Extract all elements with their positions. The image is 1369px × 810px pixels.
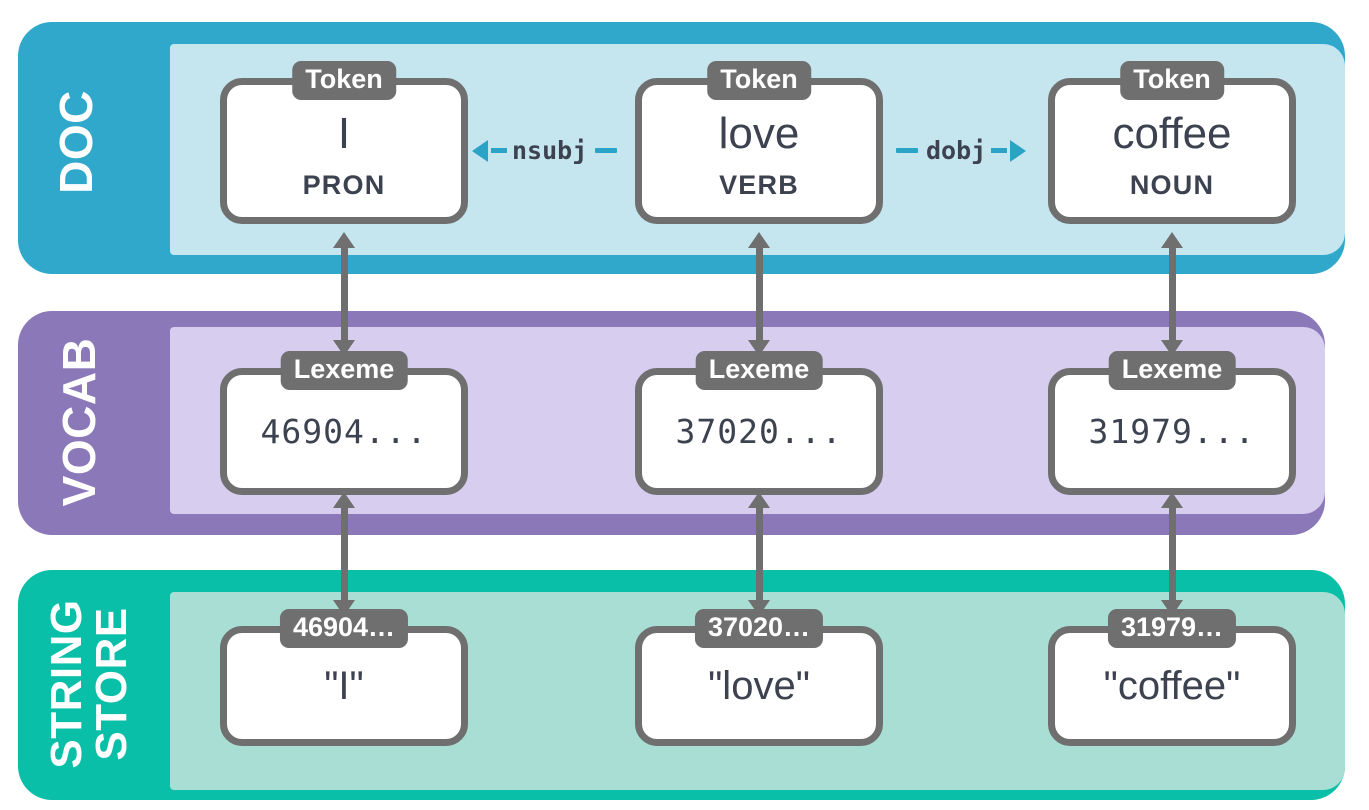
lexeme-card: Lexeme 37020... [635,351,883,495]
token-card: Token love VERB [635,61,883,224]
dependency-line [991,148,1008,153]
lexeme-card: Lexeme 46904... [220,351,468,495]
arrow-up-icon [333,492,355,508]
string-hash-badge: 46904… [279,609,409,649]
token-badge: Token [1120,61,1224,101]
token-card: Token I PRON [220,61,468,224]
vocab-section-label: VOCAB [53,337,105,507]
string-store-label-line2: STORE [87,607,136,761]
string-value: "I" [324,664,364,708]
dependency-arc-nsubj: nsubj [472,136,618,165]
arrow-up-icon [748,492,770,508]
token-word: coffee [1112,108,1232,158]
string-store-section-label: STRING STORE [30,589,150,779]
link-shaft [340,248,348,340]
link-shaft [755,508,763,600]
lexeme-hash-id: 31979... [1088,412,1256,451]
token-pos-tag: PRON [302,169,386,200]
dependency-arc-dobj: dobj [896,136,1027,165]
doc-section-label: DOC [50,90,102,194]
token-badge: Token [707,61,811,101]
string-value: "coffee" [1103,664,1241,708]
string-store-label-line1: STRING [42,599,92,769]
link-token-to-lexeme [748,232,770,356]
lexeme-badge: Lexeme [695,351,823,391]
link-shaft [755,248,763,340]
token-badge: Token [292,61,396,101]
dependency-line [896,148,918,153]
lexeme-card: Lexeme 31979... [1048,351,1296,495]
arrow-up-icon [748,232,770,248]
link-lexeme-to-string [333,492,355,616]
arrow-up-icon [333,232,355,248]
token-pos-tag: NOUN [1129,169,1215,200]
token-word: love [718,108,800,158]
arrow-up-icon [1161,232,1183,248]
lexeme-hash-id: 46904... [260,412,428,451]
link-shaft [1168,248,1176,340]
string-card: 46904… "I" [220,609,468,746]
dependency-label: dobj [926,136,987,165]
token-card: Token coffee NOUN [1048,61,1296,224]
diagram-canvas: DOC Token I PRON Token love VERB Token c… [0,0,1369,810]
lexeme-hash-id: 37020... [675,412,843,451]
link-token-to-lexeme [333,232,355,356]
token-pos-tag: VERB [719,169,799,200]
link-lexeme-to-string [1161,492,1183,616]
link-lexeme-to-string [748,492,770,616]
token-word: I [337,108,351,158]
string-hash-badge: 37020… [694,609,824,649]
link-token-to-lexeme [1161,232,1183,356]
lexeme-badge: Lexeme [280,351,408,391]
string-card: 37020… "love" [635,609,883,746]
arrow-up-icon [1161,492,1183,508]
string-card: 31979… "coffee" [1048,609,1296,746]
link-shaft [340,508,348,600]
lexeme-badge: Lexeme [1108,351,1236,391]
string-hash-badge: 31979… [1107,609,1237,649]
string-value: "love" [708,664,810,708]
link-shaft [1168,508,1176,600]
dependency-label: nsubj [512,136,588,165]
dependency-line [595,148,618,153]
dependency-line [491,148,507,153]
arrow-left-icon [472,139,488,162]
arrow-right-icon [1010,139,1027,162]
